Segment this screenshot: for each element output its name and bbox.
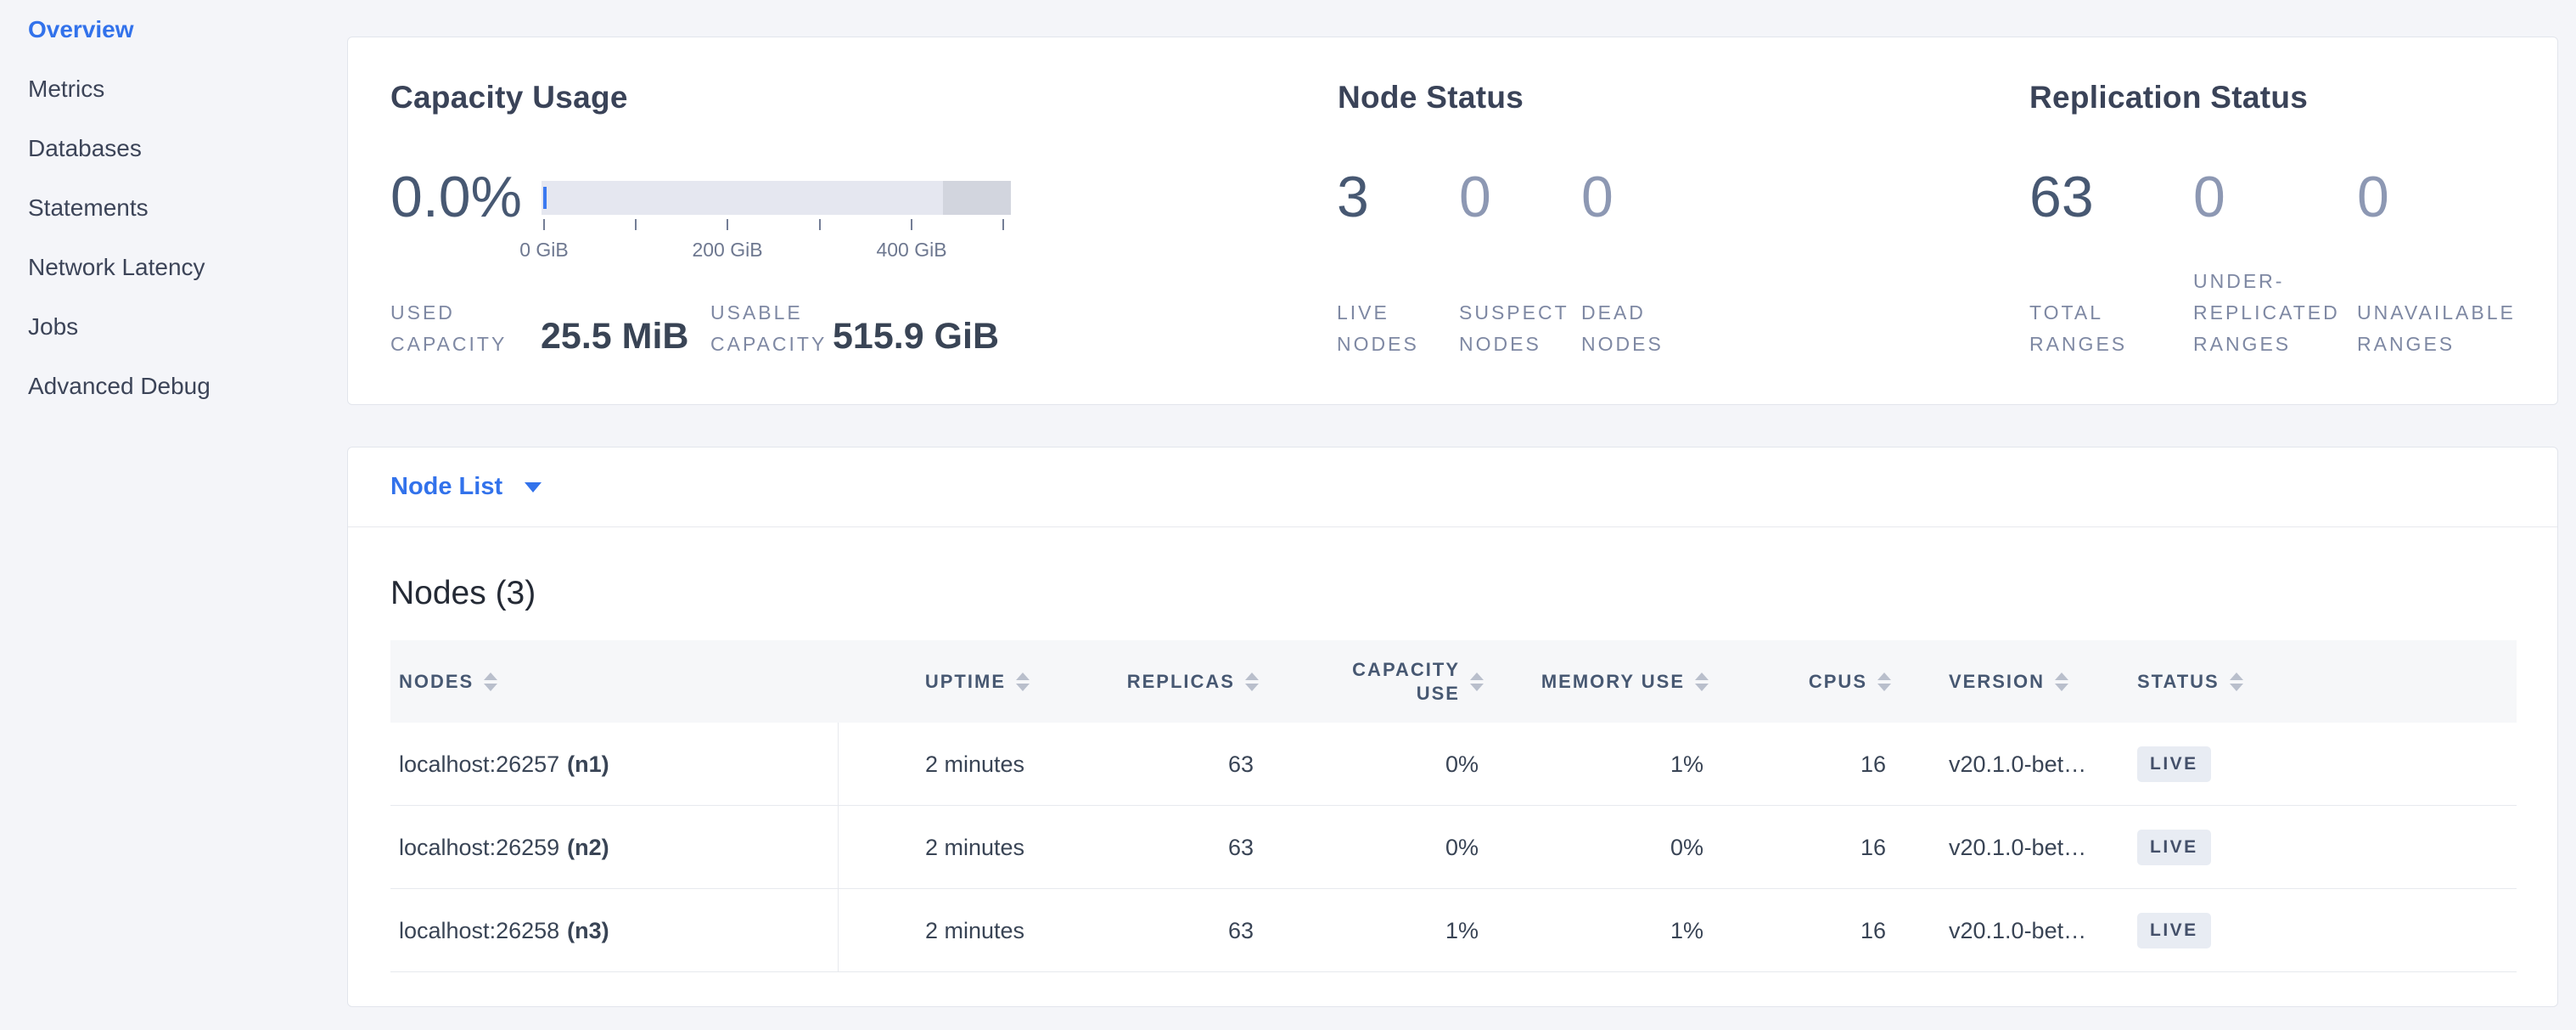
- cluster-summary-card: Capacity Usage 0.0% 0 GiB 200 GiB 400 Gi…: [347, 37, 2558, 405]
- under-replicated-ranges-count: 0: [2193, 166, 2225, 228]
- capacity-use-cell: 1%: [1266, 918, 1490, 944]
- sort-icon: [1877, 673, 1891, 691]
- node-address-cell: localhost:26259 (n2): [390, 806, 839, 889]
- gauge-tick: [727, 219, 728, 230]
- column-header-replicas[interactable]: REPLICAS: [1036, 670, 1266, 694]
- node-address-cell: localhost:26257 (n1): [390, 723, 839, 806]
- node-id: (n3): [567, 918, 609, 944]
- sidebar-item-overview[interactable]: Overview: [0, 0, 347, 59]
- sort-icon: [1470, 673, 1484, 691]
- used-capacity-label: USED CAPACITY: [390, 297, 507, 360]
- suspect-nodes-count: 0: [1459, 166, 1491, 228]
- gauge-tick: [1002, 219, 1004, 230]
- gauge-tick: [911, 219, 912, 230]
- under-replicated-ranges-label: UNDER- REPLICATED RANGES: [2193, 266, 2340, 360]
- version-cell: v20.1.0-bet…: [1898, 751, 2110, 778]
- nodes-heading: Nodes (3): [390, 577, 2557, 610]
- gauge-tick-label: 400 GiB: [876, 239, 946, 262]
- gauge-tick: [543, 219, 545, 230]
- gauge-tick-label: 200 GiB: [692, 239, 762, 262]
- usable-capacity-label: USABLE CAPACITY: [710, 297, 827, 360]
- usable-capacity-value: 515.9 GiB: [833, 316, 999, 357]
- table-row[interactable]: localhost:26259 (n2) 2 minutes 63 0% 0% …: [390, 806, 2517, 889]
- sort-icon: [1695, 673, 1709, 691]
- sort-icon: [1245, 673, 1259, 691]
- column-header-memory-use[interactable]: MEMORY USE: [1490, 670, 1715, 694]
- node-id: (n1): [567, 751, 609, 778]
- cpus-cell: 16: [1715, 835, 1898, 861]
- table-row[interactable]: localhost:26257 (n1) 2 minutes 63 0% 1% …: [390, 723, 2517, 806]
- uptime-cell: 2 minutes: [839, 835, 1036, 861]
- node-status-title: Node Status: [1338, 80, 1524, 115]
- cpus-cell: 16: [1715, 751, 1898, 778]
- node-list-dropdown-label: Node List: [390, 473, 502, 501]
- sidebar-item-advanced-debug[interactable]: Advanced Debug: [0, 357, 347, 416]
- memory-use-cell: 0%: [1490, 835, 1715, 861]
- unavailable-ranges-label: UNAVAILABLE RANGES: [2357, 297, 2516, 360]
- version-cell: v20.1.0-bet…: [1898, 918, 2110, 944]
- capacity-usage-title: Capacity Usage: [390, 80, 628, 115]
- capacity-gauge-used: [543, 187, 547, 209]
- gauge-tick: [635, 219, 637, 230]
- unavailable-ranges-count: 0: [2357, 166, 2389, 228]
- status-cell: LIVE: [2110, 830, 2517, 865]
- sidebar-item-jobs[interactable]: Jobs: [0, 297, 347, 357]
- view-selector-row: Node List: [348, 447, 2557, 527]
- nodes-table: NODES UPTIME REPLICAS CAPACITYUSE MEMORY…: [390, 640, 2517, 972]
- sidebar-item-metrics[interactable]: Metrics: [0, 59, 347, 119]
- status-badge: LIVE: [2137, 913, 2211, 948]
- sort-icon: [2055, 673, 2068, 691]
- capacity-gauge-axis: [542, 219, 1011, 230]
- live-nodes-label: LIVE NODES: [1337, 297, 1419, 360]
- capacity-percent: 0.0%: [390, 166, 522, 228]
- status-cell: LIVE: [2110, 913, 2517, 948]
- cpus-cell: 16: [1715, 918, 1898, 944]
- nodes-card: Node List Nodes (3) NODES UPTIME REPLICA…: [347, 447, 2558, 1007]
- gauge-tick: [819, 219, 821, 230]
- sidebar-item-network-latency[interactable]: Network Latency: [0, 238, 347, 297]
- column-header-version[interactable]: VERSION: [1898, 670, 2110, 694]
- node-id: (n2): [567, 835, 609, 861]
- column-header-status[interactable]: STATUS: [2110, 670, 2517, 694]
- memory-use-cell: 1%: [1490, 751, 1715, 778]
- total-ranges-label: TOTAL RANGES: [2029, 297, 2127, 360]
- node-address-cell: localhost:26258 (n3): [390, 889, 839, 972]
- version-cell: v20.1.0-bet…: [1898, 835, 2110, 861]
- capacity-use-cell: 0%: [1266, 751, 1490, 778]
- status-badge: LIVE: [2137, 746, 2211, 782]
- dead-nodes-count: 0: [1581, 166, 1614, 228]
- gauge-tick-label: 0 GiB: [519, 239, 569, 262]
- capacity-use-cell: 0%: [1266, 835, 1490, 861]
- sort-icon: [1016, 673, 1030, 691]
- replicas-cell: 63: [1036, 918, 1266, 944]
- table-header: NODES UPTIME REPLICAS CAPACITYUSE MEMORY…: [390, 640, 2517, 723]
- uptime-cell: 2 minutes: [839, 751, 1036, 778]
- status-badge: LIVE: [2137, 830, 2211, 865]
- replicas-cell: 63: [1036, 751, 1266, 778]
- uptime-cell: 2 minutes: [839, 918, 1036, 944]
- dead-nodes-label: DEAD NODES: [1581, 297, 1664, 360]
- status-cell: LIVE: [2110, 746, 2517, 782]
- column-header-nodes[interactable]: NODES: [390, 670, 839, 694]
- total-ranges-count: 63: [2029, 166, 2094, 228]
- column-header-capacity-use[interactable]: CAPACITYUSE: [1266, 658, 1490, 706]
- used-capacity-value: 25.5 MiB: [541, 316, 688, 357]
- table-row[interactable]: localhost:26258 (n3) 2 minutes 63 1% 1% …: [390, 889, 2517, 972]
- chevron-down-icon: [525, 482, 542, 492]
- node-list-dropdown[interactable]: Node List: [390, 473, 542, 501]
- sort-icon: [484, 673, 497, 691]
- column-header-uptime[interactable]: UPTIME: [839, 670, 1036, 694]
- sidebar-item-databases[interactable]: Databases: [0, 119, 347, 178]
- suspect-nodes-label: SUSPECT NODES: [1459, 297, 1569, 360]
- capacity-gauge: [542, 181, 1011, 215]
- capacity-gauge-reserved: [943, 181, 1011, 215]
- column-header-cpus[interactable]: CPUS: [1715, 670, 1898, 694]
- replicas-cell: 63: [1036, 835, 1266, 861]
- sort-icon: [2230, 673, 2243, 691]
- sidebar-item-statements[interactable]: Statements: [0, 178, 347, 238]
- sidebar: Overview Metrics Databases Statements Ne…: [0, 0, 347, 1030]
- memory-use-cell: 1%: [1490, 918, 1715, 944]
- replication-status-title: Replication Status: [2029, 80, 2308, 115]
- live-nodes-count: 3: [1337, 166, 1369, 228]
